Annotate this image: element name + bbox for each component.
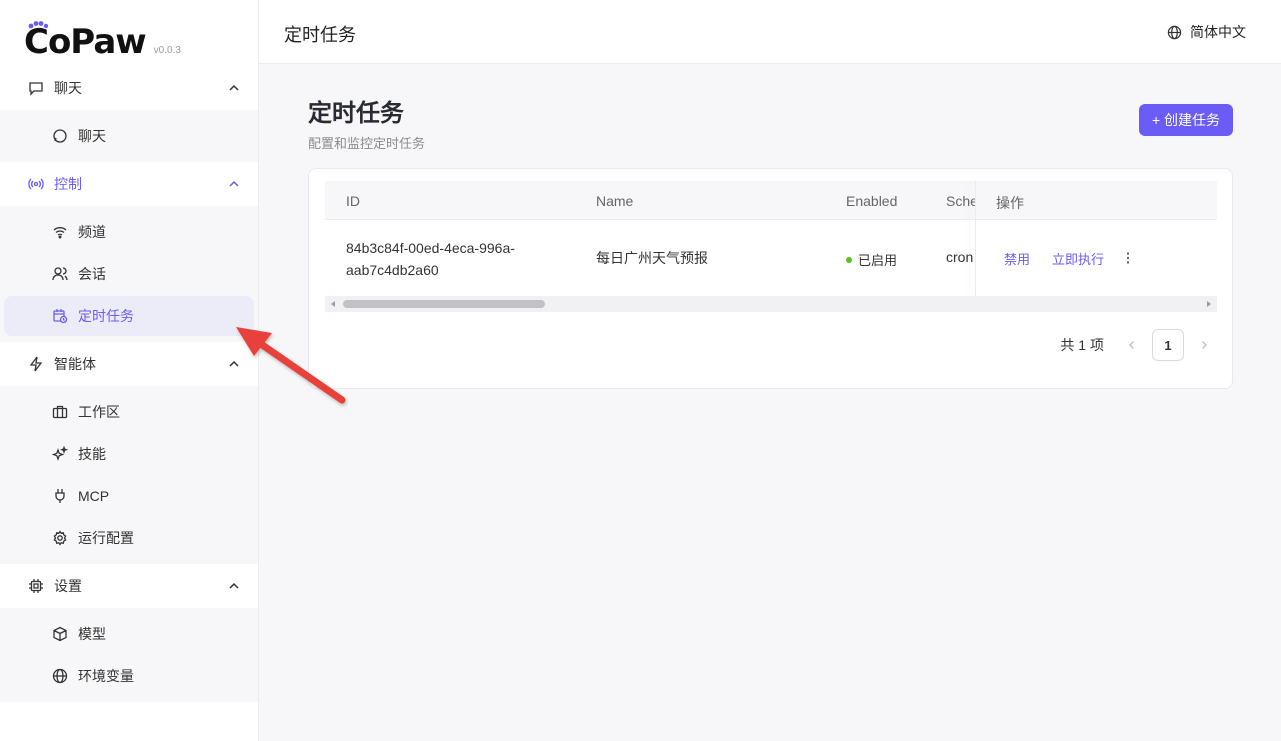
chevron-left-icon (1129, 341, 1134, 349)
prev-page-button[interactable] (1120, 333, 1144, 357)
nav-group-label: 聊天 (54, 80, 82, 96)
chip-icon (28, 578, 44, 594)
wifi-icon (52, 224, 68, 240)
task-schedule: cron (946, 249, 974, 265)
chat-bubble-icon (28, 80, 44, 96)
sidebar-item-channels[interactable]: 频道 (4, 212, 254, 252)
task-id: 84b3c84f-00ed-4eca-996a- aab7c4db2a60 (346, 237, 546, 281)
nav-group-items: 工作区 技能 MCP 运行配置 (0, 386, 258, 564)
sidebar-item-label: 会话 (78, 266, 106, 282)
sidebar-item-label: 运行配置 (78, 530, 134, 546)
language-label: 简体中文 (1190, 24, 1246, 40)
page-title: 定时任务 (308, 100, 404, 127)
enabled-dot-icon (846, 256, 852, 263)
broadcast-icon (28, 176, 44, 192)
sidebar-item-label: 聊天 (78, 128, 106, 144)
column-header-enabled: Enabled (846, 193, 898, 209)
page-number-button[interactable]: 1 (1152, 329, 1184, 361)
tasks-table: ID Name Enabled Sche 84b3c84f-00ed-4eca-… (325, 181, 1217, 298)
fixed-column-header: 操作 (976, 181, 1217, 220)
gear-icon (52, 530, 68, 546)
horizontal-scrollbar[interactable] (325, 296, 1217, 312)
sparkles-icon (52, 446, 68, 462)
plug-icon (52, 488, 68, 504)
page-subtitle: 配置和监控定时任务 (308, 136, 426, 151)
sidebar-item-label: MCP (78, 488, 110, 504)
globe-icon (1167, 25, 1182, 39)
nav-group-settings[interactable]: 设置 (0, 564, 258, 608)
sidebar-item-skills[interactable]: 技能 (4, 434, 254, 474)
column-header-actions: 操作 (996, 195, 1024, 211)
globe-icon (52, 668, 68, 684)
sidebar-item-workspace[interactable]: 工作区 (4, 392, 254, 432)
sidebar-item-mcp[interactable]: MCP (4, 476, 254, 516)
header-title: 定时任务 (284, 25, 356, 45)
sidebar: CoPaw v0.0.3 聊天 聊天 控制 频道 会话 定时任务 智能体 工作区… (0, 0, 259, 741)
nav-group-label: 设置 (54, 578, 82, 594)
task-id-line: aab7c4db2a60 (346, 262, 439, 278)
paw-icon (28, 21, 48, 29)
nav-group-label: 智能体 (54, 356, 96, 372)
scroll-right-icon[interactable] (1205, 300, 1213, 308)
scrollbar-thumb[interactable] (343, 300, 545, 308)
sidebar-item-scheduled-tasks[interactable]: 定时任务 (4, 296, 254, 336)
task-name: 每日广州天气预报 (596, 250, 708, 266)
top-header: 定时任务 简体中文 (259, 0, 1281, 64)
column-header-id: ID (346, 193, 360, 209)
lightning-icon (28, 356, 44, 372)
pagination-total: 共 1 项 (1060, 337, 1104, 353)
nav-group-control[interactable]: 控制 (0, 162, 258, 206)
status-label: 已启用 (858, 253, 898, 268)
disable-task-link[interactable]: 禁用 (1004, 249, 1030, 268)
sidebar-item-run-config[interactable]: 运行配置 (4, 518, 254, 558)
fixed-column-cell: 禁用 立即执行 (976, 220, 1217, 297)
status-badge: 已启用 (846, 250, 897, 269)
nav-group-chat[interactable]: 聊天 (0, 66, 258, 110)
chat-icon (52, 128, 68, 144)
more-vertical-icon[interactable] (1120, 250, 1136, 266)
sidebar-item-chat[interactable]: 聊天 (4, 116, 254, 156)
sidebar-item-label: 频道 (78, 224, 106, 240)
sidebar-item-models[interactable]: 模型 (4, 614, 254, 654)
sidebar-item-sessions[interactable]: 会话 (4, 254, 254, 294)
sidebar-nav: 聊天 聊天 控制 频道 会话 定时任务 智能体 工作区 技能 MCP 运行配置 … (0, 66, 258, 702)
column-header-schedule: Sche (946, 193, 978, 209)
chevron-right-icon (1202, 341, 1207, 349)
sidebar-item-label: 环境变量 (78, 668, 134, 684)
users-icon (52, 266, 68, 282)
sidebar-item-env-vars[interactable]: 环境变量 (4, 656, 254, 696)
briefcase-icon (52, 404, 68, 420)
annotation-arrow-icon (236, 327, 346, 404)
nav-group-agents[interactable]: 智能体 (0, 342, 258, 386)
run-now-link[interactable]: 立即执行 (1052, 249, 1104, 268)
next-page-button[interactable] (1192, 333, 1216, 357)
nav-group-items: 模型 环境变量 (0, 608, 258, 702)
nav-group-items: 频道 会话 定时任务 (0, 206, 258, 342)
scroll-left-icon[interactable] (329, 300, 337, 308)
chevron-up-icon (229, 582, 239, 589)
nav-group-items: 聊天 (0, 110, 258, 162)
column-header-name: Name (596, 193, 634, 209)
pagination: 共 1 项 1 (1060, 329, 1216, 361)
app-version: v0.0.3 (153, 45, 181, 56)
task-id-line: 84b3c84f-00ed-4eca-996a- (346, 240, 515, 256)
cube-icon (52, 626, 68, 642)
calendar-clock-icon (52, 308, 68, 324)
sidebar-item-label: 模型 (78, 626, 106, 642)
nav-group-label: 控制 (54, 176, 82, 192)
sidebar-item-label: 技能 (78, 446, 106, 462)
language-switcher[interactable]: 简体中文 (1167, 22, 1246, 42)
sidebar-item-label: 工作区 (78, 404, 120, 420)
chevron-up-icon (229, 84, 239, 91)
tasks-card: ID Name Enabled Sche 84b3c84f-00ed-4eca-… (308, 168, 1233, 389)
create-task-button[interactable]: + 创建任务 (1139, 104, 1233, 136)
sidebar-item-label: 定时任务 (78, 308, 134, 324)
chevron-up-icon (229, 180, 239, 187)
